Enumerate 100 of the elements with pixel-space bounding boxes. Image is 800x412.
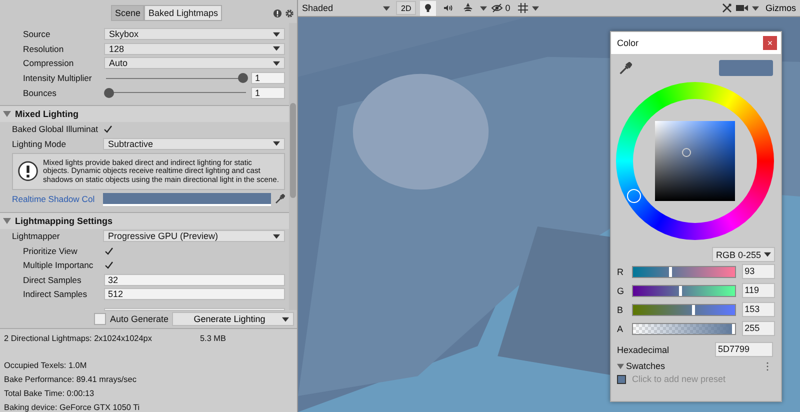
2d-toggle[interactable]: 2D — [396, 1, 416, 15]
close-button[interactable]: × — [763, 36, 777, 50]
field-label: Multiple Importanc — [23, 260, 94, 270]
foldout-arrow-icon[interactable] — [3, 216, 11, 225]
field-label: Realtime Shadow Col — [12, 194, 96, 204]
hidden-objects-toggle[interactable]: 0 — [491, 3, 510, 13]
section-title: Swatches — [626, 361, 666, 371]
checkbox[interactable] — [104, 246, 114, 256]
number-field[interactable]: 93 — [742, 264, 775, 279]
channel-slider[interactable] — [632, 304, 736, 316]
hex-field[interactable]: 5D7799 — [715, 342, 773, 357]
channel-slider[interactable] — [632, 266, 736, 278]
field-label: Intensity Multiplier — [23, 73, 93, 84]
number-field[interactable]: 119 — [742, 283, 775, 298]
checkbox[interactable] — [104, 260, 114, 270]
field-label: Prioritize View — [23, 246, 78, 256]
channel-slider[interactable] — [632, 284, 736, 296]
lightbulb-icon — [423, 3, 434, 13]
inspector-tab[interactable]: Baked Lightmaps — [144, 5, 222, 21]
section-title: Mixed Lighting — [15, 108, 78, 119]
caret-icon — [282, 316, 289, 322]
caret-icon[interactable] — [480, 6, 488, 10]
slider-handle[interactable] — [668, 266, 672, 276]
dropdown[interactable]: Skybox — [104, 28, 285, 40]
gizmos-button[interactable]: Gizmos — [763, 3, 798, 13]
dropdown[interactable]: Subtractive — [103, 138, 285, 150]
field-label: Indirect Samples — [23, 289, 88, 300]
generate-lighting-button[interactable]: Generate Lighting — [172, 312, 294, 326]
more-options-icon[interactable] — [766, 362, 769, 370]
inspector-tab[interactable]: Scene — [110, 5, 144, 21]
effects-icon — [463, 3, 474, 13]
caret-icon[interactable] — [752, 6, 760, 10]
caret-icon — [273, 46, 280, 52]
channel-slider[interactable] — [632, 322, 736, 334]
saturation-value-square[interactable] — [655, 121, 735, 201]
field-label: Direct Samples — [23, 274, 82, 285]
dropdown[interactable]: 128 — [104, 42, 285, 55]
number-field[interactable]: 1 — [251, 86, 285, 99]
color-field[interactable] — [103, 192, 271, 206]
field-label: Lighting Mode — [12, 138, 67, 149]
eyedropper-icon[interactable] — [275, 194, 285, 204]
caret-icon[interactable] — [532, 6, 540, 10]
number-field[interactable]: 255 — [742, 321, 775, 336]
stats-text: Total Bake Time: 0:00:13 — [4, 388, 96, 398]
lightbulb-toggle[interactable] — [420, 0, 436, 16]
stats-text: 2 Directional Lightmaps: 2x1024x1024px — [4, 334, 153, 342]
eyedropper-icon[interactable] — [619, 62, 632, 74]
text-field[interactable]: 512 — [104, 288, 285, 300]
help-icon[interactable] — [273, 8, 282, 18]
channel-label: A — [617, 324, 624, 334]
slider-handle[interactable] — [678, 286, 682, 296]
section-title: Lightmapping Settings — [15, 216, 112, 226]
caret-icon — [764, 252, 771, 257]
channel-label: R — [617, 266, 624, 276]
stats-text: Bake Performance: 89.41 mrays/sec — [4, 374, 138, 384]
window-title: Color — [617, 38, 639, 48]
color-mode-dropdown[interactable]: RGB 0-255 — [712, 247, 775, 262]
scrollbar[interactable] — [289, 23, 297, 310]
caret-icon — [273, 234, 280, 239]
slider-handle[interactable] — [732, 324, 735, 334]
number-field[interactable]: 153 — [742, 302, 775, 317]
slider-handle[interactable] — [104, 88, 114, 98]
slider-handle[interactable] — [692, 304, 696, 314]
field-label: Baked Global Illuminat — [12, 124, 99, 134]
dropdown[interactable]: Progressive GPU (Preview) — [103, 230, 285, 242]
grid-icon[interactable] — [518, 3, 528, 13]
caret-icon — [273, 60, 280, 66]
foldout-arrow-icon[interactable] — [3, 110, 11, 118]
slider-handle[interactable] — [238, 73, 248, 84]
field-label: Lightmapper — [12, 231, 61, 242]
hint-text: Click to add new preset — [632, 374, 726, 384]
caret-icon — [273, 141, 280, 146]
tools-icon[interactable] — [722, 3, 732, 13]
number-field[interactable]: 1 — [251, 72, 285, 84]
stats-size: 5.3 MB — [200, 334, 226, 342]
text-field[interactable]: 32 — [104, 274, 285, 286]
checkbox-label: Auto Generate — [110, 314, 170, 324]
field-label: Compression — [23, 58, 75, 68]
field-label: Hexadecimal — [617, 344, 670, 354]
crossed-eye-icon — [491, 3, 504, 13]
color-handle[interactable] — [682, 148, 691, 157]
camera-icon[interactable] — [736, 3, 748, 13]
field-label: Resolution — [23, 44, 65, 54]
warning-icon — [17, 160, 39, 183]
field-label: Source — [23, 29, 52, 40]
speaker-icon — [443, 3, 454, 13]
settings-icon[interactable] — [285, 8, 294, 18]
checkbox[interactable] — [103, 124, 113, 134]
checkbox[interactable] — [94, 313, 106, 325]
caret-icon — [383, 6, 390, 10]
swatch-preset[interactable] — [617, 374, 626, 384]
stats-text: Baking device: GeForce GTX 1050 Ti — [4, 402, 141, 412]
foldout-arrow-icon[interactable] — [617, 362, 624, 370]
hue-handle[interactable] — [627, 189, 641, 203]
shading-dropdown[interactable]: Shaded — [300, 3, 392, 13]
dropdown[interactable]: Auto — [104, 57, 285, 70]
caret-icon — [273, 32, 280, 37]
stats-text: Occupied Texels: 1.0M — [4, 360, 88, 370]
channel-label: B — [617, 304, 624, 314]
channel-label: G — [617, 286, 626, 296]
